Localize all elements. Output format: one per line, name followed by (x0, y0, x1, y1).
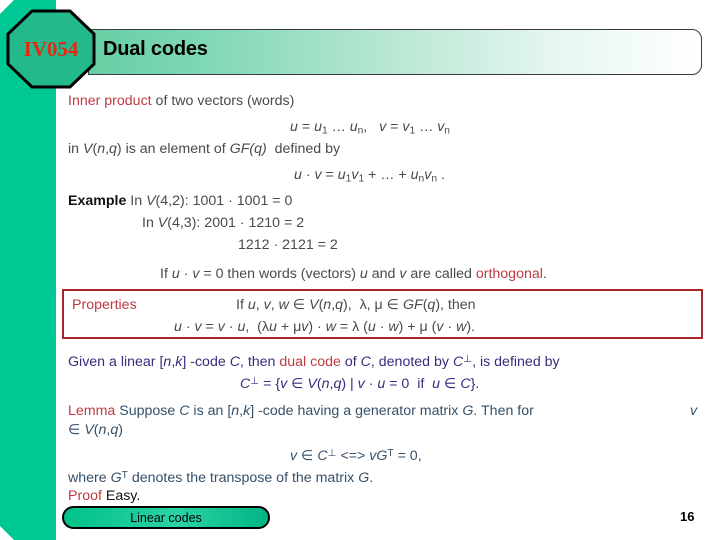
orthogonal-term: orthogonal (475, 266, 543, 282)
vector-definition-line: u = u1 … un, v = v1 … vn (290, 119, 450, 137)
dual-code-definition-line: Given a linear [n,k] -code C, then dual … (68, 353, 560, 370)
page-number: 16 (680, 509, 695, 524)
lemma-line-4: where GT denotes the transpose of the ma… (68, 469, 374, 486)
inner-product-heading: Inner product of two vectors (words) (68, 92, 294, 111)
proof-text: Easy. (101, 488, 141, 504)
example-line-3: 1212 · 2121 = 2 (238, 237, 338, 253)
proof-label: Proof (68, 488, 102, 504)
properties-line-2: u · v = v · u, (λu + μv) · w = λ (u · w)… (174, 319, 475, 335)
course-badge: IV054 (6, 9, 96, 89)
orthogonal-statement: If u · v = 0 then words (vectors) u and … (160, 266, 547, 282)
field-element-line: in V(n,q) is an element of GF(q) defined… (68, 141, 341, 157)
example-line-1: Example In V(4,2): 1001 · 1001 = 0 (68, 193, 293, 209)
dual-code-set-line: C⊥ = {v ∈ V(n,q) | v · u = 0 if u ∈ C}. (240, 375, 480, 392)
orthogonal-period: . (542, 266, 547, 282)
dual-code-term: dual code (279, 353, 341, 370)
lemma-line-1-tail: v (690, 403, 698, 419)
lemma-label: Lemma (68, 403, 116, 419)
proof-line: Proof Easy. (68, 487, 140, 506)
strip-corner-notch-bottom (0, 526, 14, 540)
slide-canvas: Dual codes IV054 Inner product of two ve… (0, 0, 720, 540)
lemma-line-1: Lemma Suppose C is an [n,k] -code having… (68, 403, 534, 419)
example-label: Example (68, 193, 127, 209)
lemma-line-2: ∈ V(n,q) (68, 422, 123, 438)
inner-product-rest: of two vectors (words) (151, 93, 295, 109)
example-line-2: In V(4,3): 2001 · 1210 = 2 (142, 215, 305, 231)
badge-label: IV054 (23, 36, 79, 61)
inner-product-term: Inner product (68, 93, 152, 109)
footer-section-label: Linear codes (130, 511, 202, 525)
footer-section-pill[interactable]: Linear codes (62, 506, 270, 529)
properties-line-1: If u, v, w ∈ V(n,q), λ, μ ∈ GF(q), then (236, 297, 476, 313)
dot-product-definition: u · v = u1v1 + … + unvn . (294, 167, 445, 185)
properties-label: Properties (72, 297, 137, 313)
slide-title-bar: Dual codes (88, 29, 702, 75)
page-title: Dual codes (103, 38, 208, 60)
lemma-line-3: v ∈ C⊥ <=> vGT = 0, (290, 447, 422, 464)
